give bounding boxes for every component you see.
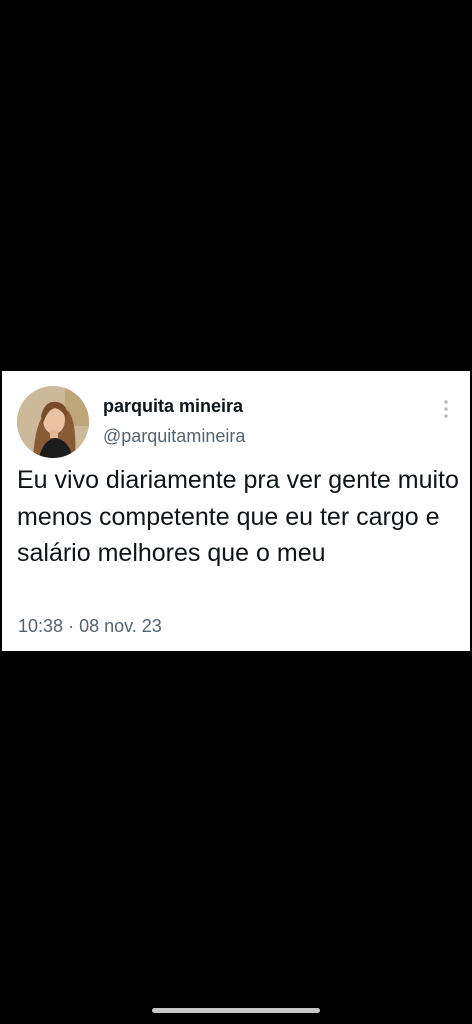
tweet-time: 10:38	[18, 616, 64, 636]
vertical-ellipsis-icon	[444, 400, 448, 418]
tweet-date: 08 nov. 23	[79, 616, 162, 636]
tweet-text: Eu vivo diariamente pra ver gente muito …	[17, 466, 459, 567]
author-name[interactable]: parquita mineira	[103, 396, 243, 417]
avatar[interactable]	[17, 386, 89, 458]
avatar-photo-icon	[17, 386, 89, 458]
tweet-timestamp[interactable]: 10:38 · 08 nov. 23	[18, 616, 162, 637]
screenshot-screen: parquita mineira @parquitamineira Eu viv…	[0, 0, 472, 1024]
meta-separator: ·	[68, 616, 75, 636]
more-options-button[interactable]	[436, 397, 456, 421]
home-indicator[interactable]	[152, 1008, 320, 1013]
author-handle[interactable]: @parquitamineira	[103, 426, 245, 447]
tweet-card[interactable]: parquita mineira @parquitamineira Eu viv…	[2, 371, 470, 651]
